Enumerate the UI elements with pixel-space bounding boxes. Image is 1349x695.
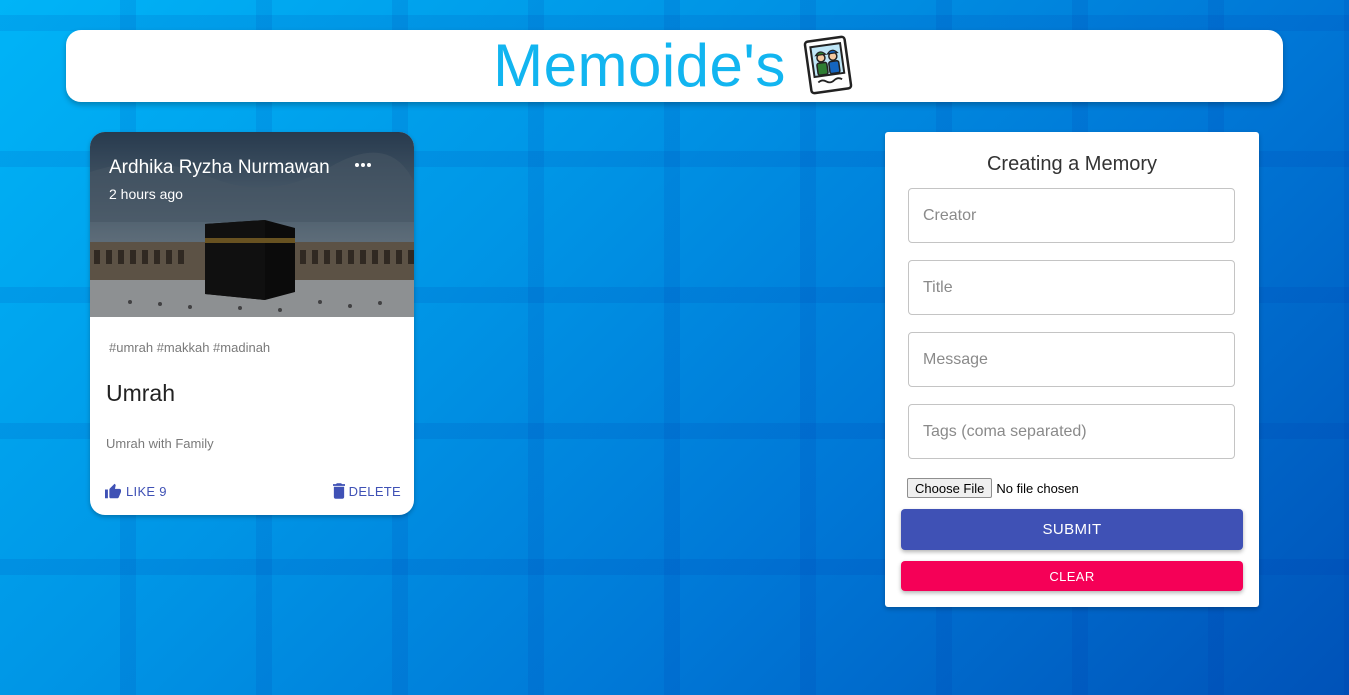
title-field[interactable] — [908, 260, 1235, 315]
delete-label: DELETE — [348, 483, 401, 499]
card-actions: LIKE 9 DELETE — [90, 480, 414, 502]
form-heading: Creating a Memory — [986, 153, 1158, 175]
submit-button[interactable]: SUBMIT — [901, 509, 1243, 550]
tags-input[interactable] — [909, 405, 1234, 458]
creator-field[interactable] — [908, 188, 1235, 243]
app-title: Memoide's — [493, 32, 786, 99]
post-title: Umrah — [106, 380, 176, 406]
post-message: Umrah with Family — [106, 436, 214, 451]
message-field[interactable] — [908, 332, 1235, 387]
title-input[interactable] — [909, 261, 1234, 314]
file-input: Choose File No file chosen — [907, 478, 1079, 498]
post-creator: Ardhika Ryzha Nurmawan — [109, 157, 330, 178]
like-button[interactable]: LIKE 9 — [104, 480, 167, 502]
post-time: 2 hours ago — [109, 186, 183, 202]
app-bar: Memoide's — [66, 30, 1283, 102]
clear-button[interactable]: CLEAR — [901, 561, 1243, 591]
thumb-up-icon — [105, 483, 121, 499]
memory-form: Creating a Memory Choose File No file ch… — [885, 132, 1259, 607]
file-status: No file chosen — [996, 480, 1079, 496]
creator-input[interactable] — [909, 189, 1234, 242]
choose-file-button[interactable]: Choose File — [907, 478, 993, 498]
post-image: Ardhika Ryzha Nurmawan 2 hours ago — [90, 132, 414, 317]
memories-photo-icon — [802, 35, 856, 97]
post-card: Ardhika Ryzha Nurmawan 2 hours ago #umra… — [90, 132, 414, 515]
trash-icon — [332, 483, 345, 499]
post-tags: #umrah #makkah #madinah — [109, 340, 271, 355]
more-button[interactable] — [352, 154, 374, 176]
message-input[interactable] — [909, 333, 1234, 386]
like-label: LIKE 9 — [126, 483, 167, 499]
delete-button[interactable]: DELETE — [332, 480, 401, 502]
tags-field[interactable] — [908, 404, 1235, 459]
more-horiz-icon — [355, 163, 371, 167]
